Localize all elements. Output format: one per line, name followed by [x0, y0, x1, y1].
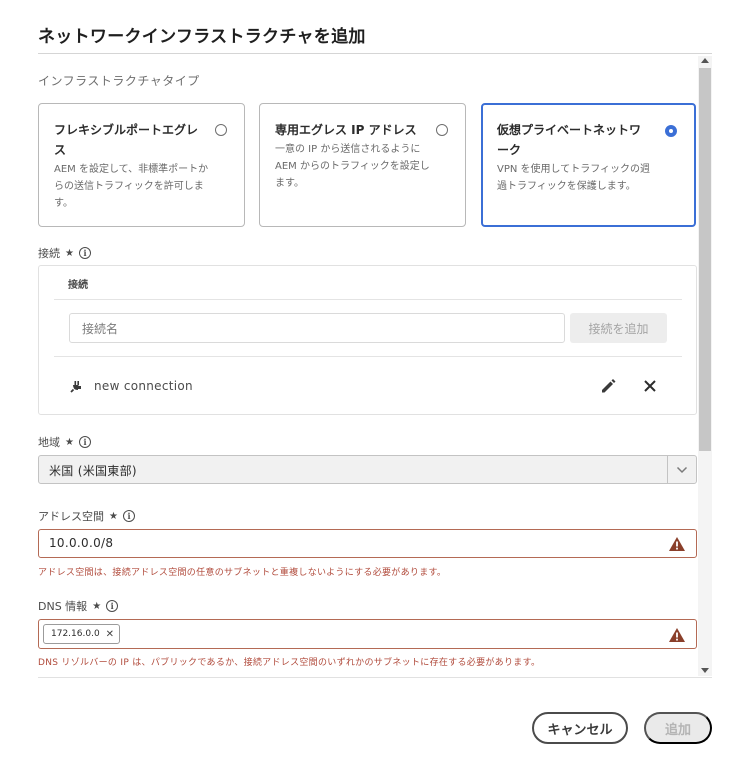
- connections-panel: 接続 接続名 接続を追加 new connection: [38, 265, 697, 415]
- connections-panel-heading: 接続: [68, 280, 88, 291]
- region-dropdown-button[interactable]: [667, 456, 696, 483]
- address-space-label: アドレス空間 ★ i: [38, 508, 135, 524]
- info-icon[interactable]: i: [78, 247, 91, 259]
- add-connection-button[interactable]: 接続を追加: [570, 313, 667, 343]
- pencil-icon[interactable]: [599, 377, 617, 395]
- region-label: 地域 ★ i: [38, 434, 91, 450]
- card-description: AEM を設定して、非標準ポートからの送信トラフィックを許可します。: [54, 164, 209, 209]
- warning-icon: [669, 537, 685, 551]
- required-marker: ★: [65, 247, 74, 259]
- scroll-down-arrow-icon[interactable]: [701, 668, 709, 673]
- divider: [54, 299, 682, 300]
- connection-name: new connection: [94, 379, 193, 393]
- footer-divider: [38, 677, 712, 678]
- infra-type-label: インフラストラクチャタイプ: [38, 74, 200, 88]
- dns-tag-label: 172.16.0.0: [51, 629, 100, 639]
- card-flexible-port-egress[interactable]: フレキシブルポートエグレス AEM を設定して、非標準ポートからの送信トラフィッ…: [38, 103, 245, 227]
- card-title: 専用エグレス IP アドレス: [275, 123, 417, 137]
- connection-name-placeholder: 接続名: [82, 321, 119, 336]
- close-icon[interactable]: [642, 378, 658, 394]
- dns-label: DNS 情報 ★ i: [38, 598, 119, 614]
- card-description: 一意の IP から送信されるようにAEM からのトラフィックを設定します。: [275, 144, 430, 189]
- chevron-down-icon: [676, 466, 688, 473]
- address-space-error: アドレス空間は、接続アドレス空間の任意のサブネットと重複しないようにする必要があ…: [38, 568, 447, 578]
- address-space-label-text: アドレス空間: [38, 510, 104, 523]
- info-icon[interactable]: i: [122, 510, 135, 522]
- card-vpn[interactable]: 仮想プライベートネットワーク VPN を使用してトラフィックの週過トラフィックを…: [481, 103, 696, 227]
- dns-tag-input[interactable]: 172.16.0.0 ✕: [38, 619, 697, 649]
- dns-tag: 172.16.0.0 ✕: [43, 624, 121, 644]
- connections-label-text: 接続: [38, 247, 60, 260]
- scroll-up-arrow-icon[interactable]: [701, 58, 709, 63]
- plug-icon: [70, 381, 81, 393]
- address-space-input[interactable]: 10.0.0.0/8: [38, 529, 697, 558]
- scrollbar-thumb[interactable]: [699, 68, 711, 451]
- remove-tag-icon[interactable]: ✕: [106, 629, 114, 640]
- address-space-value: 10.0.0.0/8: [49, 536, 114, 550]
- radio-dedicated-egress-ip[interactable]: [436, 124, 448, 136]
- card-dedicated-egress-ip[interactable]: 専用エグレス IP アドレス 一意の IP から送信されるようにAEM からのト…: [259, 103, 466, 227]
- dialog-content: インフラストラクチャタイプ フレキシブルポートエグレス AEM を設定して、非標…: [38, 56, 698, 676]
- connection-row: new connection: [69, 378, 193, 394]
- card-description: VPN を使用してトラフィックの週過トラフィックを保護します。: [497, 164, 651, 192]
- region-value: 米国 (米国東部): [49, 464, 137, 478]
- title-divider: [38, 53, 712, 54]
- card-title: フレキシブルポートエグレス: [54, 123, 199, 157]
- info-icon[interactable]: i: [78, 436, 91, 448]
- required-marker: ★: [65, 436, 74, 448]
- scrollbar[interactable]: [698, 56, 712, 676]
- required-marker: ★: [109, 510, 118, 522]
- warning-icon: [669, 628, 685, 642]
- cancel-button[interactable]: キャンセル: [532, 712, 628, 744]
- divider: [54, 356, 682, 357]
- region-select[interactable]: 米国 (米国東部): [38, 455, 697, 484]
- card-title: 仮想プライベートネットワーク: [497, 123, 642, 157]
- connection-name-input[interactable]: 接続名: [69, 313, 565, 343]
- dialog-title: ネットワークインフラストラクチャを追加: [38, 27, 366, 47]
- radio-vpn[interactable]: [665, 125, 677, 137]
- dns-label-text: DNS 情報: [38, 600, 88, 613]
- add-button[interactable]: 追加: [644, 712, 712, 744]
- radio-flexible-port-egress[interactable]: [215, 124, 227, 136]
- connections-label: 接続 ★ i: [38, 245, 91, 261]
- info-icon[interactable]: i: [106, 600, 119, 612]
- region-label-text: 地域: [38, 436, 60, 449]
- dns-error: DNS リゾルバーの IP は、パブリックであるか、接続アドレス空間のいずれかの…: [38, 658, 541, 668]
- required-marker: ★: [92, 600, 102, 612]
